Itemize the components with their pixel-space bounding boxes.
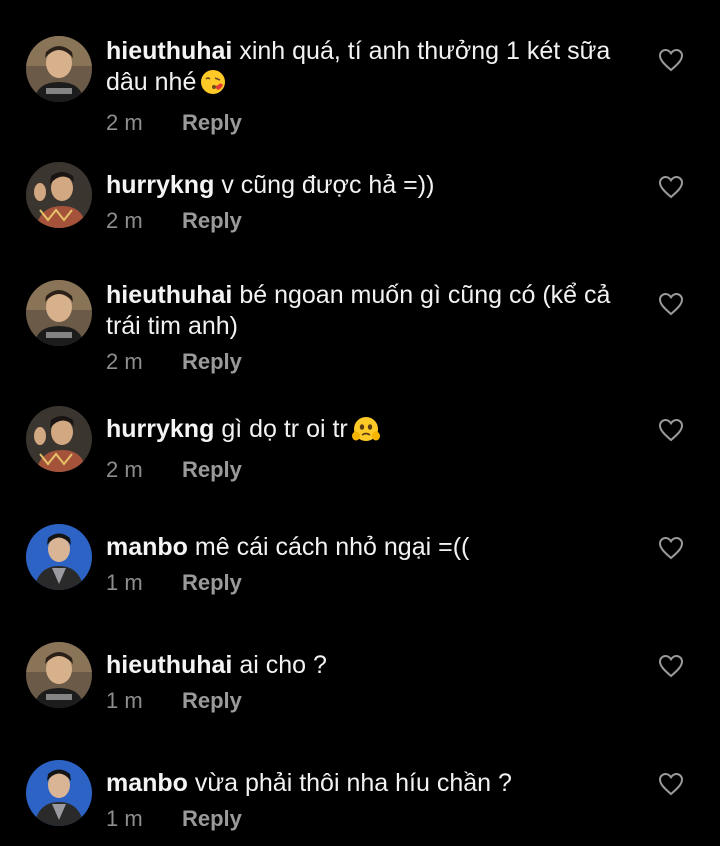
comment-text: mê cái cách nhỏ ngại =(( bbox=[194, 533, 470, 561]
comment-username[interactable]: hurrykng bbox=[106, 171, 214, 199]
face-holding-back-tears-emoji-icon bbox=[351, 416, 380, 450]
comment-time: 1 m bbox=[106, 570, 143, 595]
avatar-manbo[interactable] bbox=[26, 524, 92, 590]
reply-button[interactable]: Reply bbox=[182, 349, 242, 374]
comment-time: 1 m bbox=[106, 688, 143, 713]
heart-outline-icon[interactable] bbox=[658, 536, 684, 560]
comment-time: 1 m bbox=[106, 806, 143, 831]
avatar-hieuthuhai[interactable] bbox=[26, 642, 92, 708]
comment-username[interactable]: hieuthuhai bbox=[106, 281, 232, 309]
kissing-face-emoji-icon bbox=[200, 69, 226, 103]
comment-text: vừa phải thôi nha híu chần ? bbox=[194, 769, 512, 797]
reply-button[interactable]: Reply bbox=[182, 688, 242, 713]
comment-time: 2 m bbox=[106, 349, 143, 374]
comment-text: gì dọ tr oi tr bbox=[221, 415, 348, 443]
comment-username[interactable]: hurrykng bbox=[106, 415, 214, 443]
avatar-hieuthuhai[interactable] bbox=[26, 36, 92, 102]
comment-username[interactable]: manbo bbox=[106, 533, 188, 561]
comment-text: v cũng được hả =)) bbox=[221, 171, 435, 199]
heart-outline-icon[interactable] bbox=[658, 418, 684, 442]
comment-time: 2 m bbox=[106, 457, 143, 482]
reply-button[interactable]: Reply bbox=[182, 208, 242, 233]
comment-username[interactable]: hieuthuhai bbox=[106, 37, 232, 65]
avatar-hurrykng[interactable] bbox=[26, 406, 92, 472]
avatar-hurrykng[interactable] bbox=[26, 162, 92, 228]
reply-button[interactable]: Reply bbox=[182, 806, 242, 831]
heart-outline-icon[interactable] bbox=[658, 292, 684, 316]
comment-time: 2 m bbox=[106, 110, 143, 135]
comment-username[interactable]: manbo bbox=[106, 769, 188, 797]
heart-outline-icon[interactable] bbox=[658, 175, 684, 199]
reply-button[interactable]: Reply bbox=[182, 110, 242, 135]
avatar-hieuthuhai[interactable] bbox=[26, 280, 92, 346]
avatar-manbo[interactable] bbox=[26, 760, 92, 826]
comment-username[interactable]: hieuthuhai bbox=[106, 651, 232, 679]
reply-button[interactable]: Reply bbox=[182, 570, 242, 595]
heart-outline-icon[interactable] bbox=[658, 772, 684, 796]
heart-outline-icon[interactable] bbox=[658, 654, 684, 678]
comment-text: ai cho ? bbox=[239, 651, 327, 679]
comment-time: 2 m bbox=[106, 208, 143, 233]
reply-button[interactable]: Reply bbox=[182, 457, 242, 482]
heart-outline-icon[interactable] bbox=[658, 48, 684, 72]
